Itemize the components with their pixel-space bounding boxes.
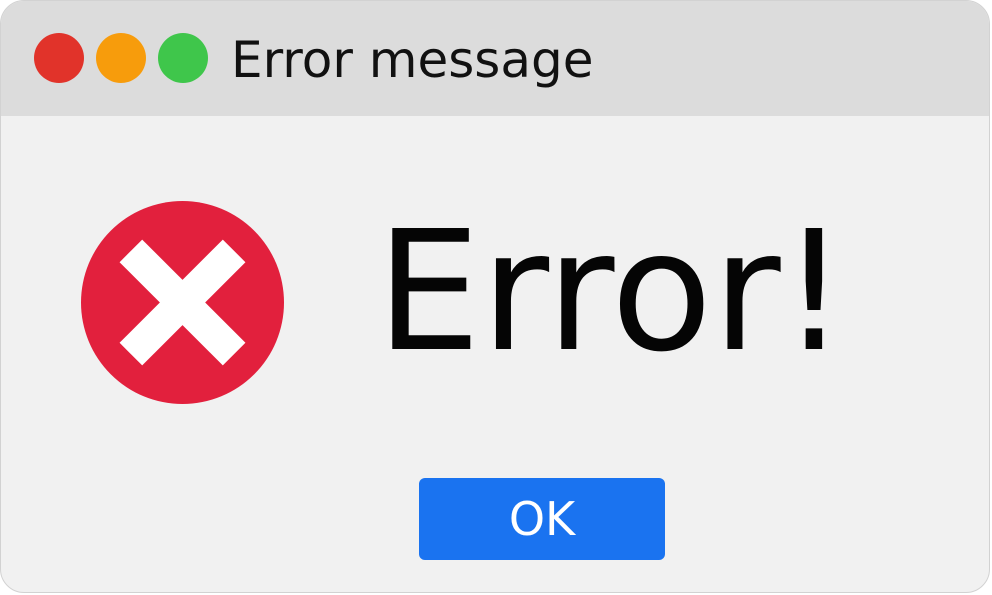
error-dialog-window: Error message Error! OK — [0, 0, 990, 593]
error-x-icon — [81, 201, 284, 404]
zoom-window-button[interactable] — [158, 33, 208, 83]
error-icon-graphic — [81, 201, 284, 404]
window-title: Error message — [231, 31, 594, 89]
ok-button[interactable]: OK — [419, 478, 665, 560]
minimize-window-button[interactable] — [96, 33, 146, 83]
title-bar: Error message — [1, 1, 989, 116]
close-window-button[interactable] — [34, 33, 84, 83]
error-message: Error! — [376, 196, 848, 389]
